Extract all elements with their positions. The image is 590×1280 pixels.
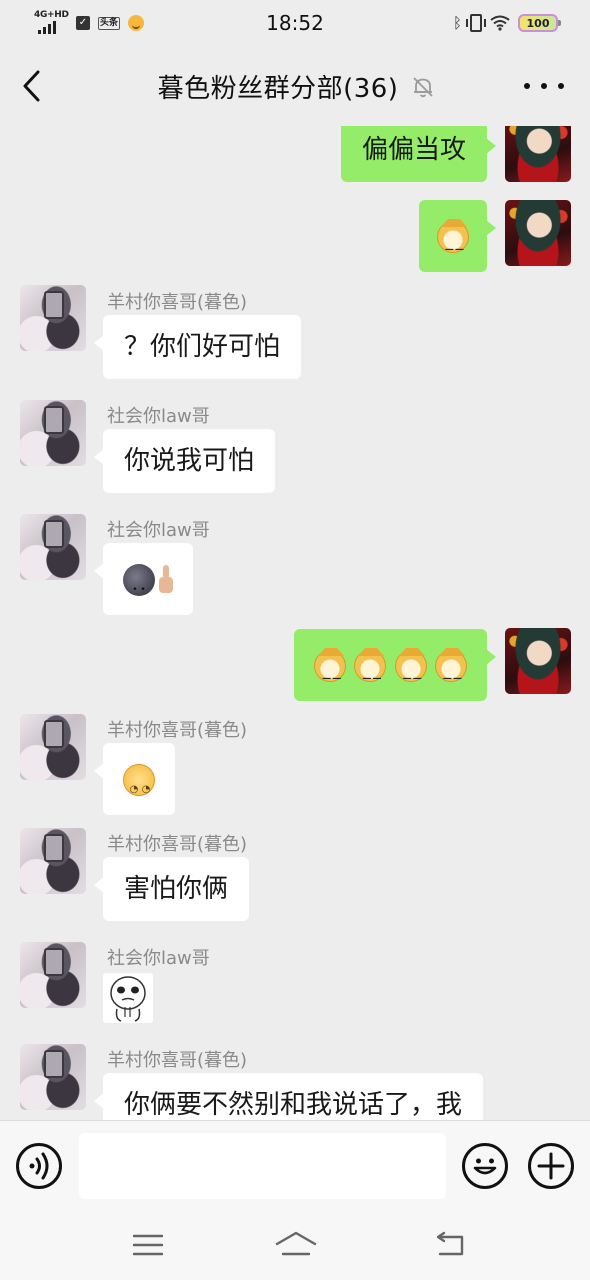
sender-name: 社会你law哥: [107, 520, 210, 541]
voice-icon: [29, 1152, 49, 1180]
voice-button[interactable]: [16, 1143, 62, 1189]
bell-off-icon: [413, 76, 434, 97]
more-dot: [524, 83, 530, 89]
message-bubble-other[interactable]: [94, 543, 193, 615]
battery-level: 100: [526, 16, 550, 30]
more-dot: [541, 83, 547, 89]
message-bubble-me[interactable]: [294, 629, 496, 701]
plus-icon: [537, 1152, 565, 1180]
status-bar: 4G+HD ✓ 头条 18:52 ᛒ 100: [0, 0, 590, 46]
avatar-other[interactable]: [20, 514, 86, 580]
chat-title: 暮色粉丝群分部(36): [157, 74, 399, 104]
avatar-other[interactable]: [20, 714, 86, 780]
avatar-me[interactable]: [505, 126, 571, 182]
message-bubble-other[interactable]: 你俩要不然别和我说话了，我: [93, 1073, 484, 1120]
doge-emoji-icon: [354, 647, 387, 699]
title-group: 暮色粉丝群分部(36): [0, 68, 590, 105]
avatar-other[interactable]: [20, 400, 86, 466]
message-bubble-other[interactable]: [94, 743, 175, 815]
sender-name: 羊村你喜哥(暮色): [107, 834, 248, 855]
message-bubble-other[interactable]: 你说我可怕: [93, 429, 276, 493]
more-dot: [558, 83, 564, 89]
smiley-icon: [473, 1158, 497, 1175]
battery-icon: 100: [518, 14, 561, 32]
new-moon-face-emoji-icon: [123, 563, 155, 610]
doge-emoji-icon: [435, 647, 468, 699]
wifi-icon: [490, 15, 510, 31]
sender-name: 社会你law哥: [107, 948, 210, 969]
message-text: 你说我可怕: [124, 446, 255, 476]
avatar-other[interactable]: [20, 828, 86, 894]
return-button[interactable]: [430, 1228, 470, 1262]
avatar-me[interactable]: [505, 200, 571, 266]
system-navigation-bar: [0, 1210, 590, 1280]
doge-emoji-icon: [394, 647, 428, 699]
message-bubble-me[interactable]: [419, 200, 496, 272]
middle-finger-emoji-icon: [159, 564, 173, 595]
avatar-other[interactable]: [20, 942, 86, 1008]
avatar-other[interactable]: [20, 285, 86, 351]
message-text: 害怕你俩: [124, 874, 229, 904]
menu-icon: [132, 1234, 164, 1256]
back-arrow-icon: [436, 1231, 464, 1256]
sender-name: 羊村你喜哥(暮色): [107, 720, 248, 741]
vibrate-icon: [466, 14, 486, 32]
avatar-me[interactable]: [505, 628, 571, 694]
message-text: ？你们好可怕: [124, 332, 281, 362]
chat-header: 暮色粉丝群分部(36): [0, 46, 590, 126]
sender-name: 羊村你喜哥(暮色): [107, 1050, 248, 1071]
message-bubble-other[interactable]: 害怕你俩: [93, 857, 250, 921]
sender-name: 社会你law哥: [107, 406, 210, 427]
menu-button[interactable]: [128, 1228, 168, 1262]
message-input[interactable]: [79, 1133, 446, 1199]
message-text: 偏偏当攻: [361, 135, 466, 165]
message-list[interactable]: 偏偏当攻 羊村你喜哥(暮色) ？你们好可怕 社会你law哥 你说我可怕 社会你l…: [0, 126, 590, 1120]
pleading-face-emoji-icon: [123, 763, 156, 810]
doge-emoji-icon: [437, 218, 470, 270]
more-functions-button[interactable]: [528, 1143, 574, 1189]
input-bar: [0, 1120, 590, 1210]
doge-emoji-icon: [314, 647, 347, 699]
message-text: 你俩要不然别和我说话了，我: [124, 1090, 463, 1120]
bluetooth-icon: ᛒ: [452, 14, 462, 32]
more-button[interactable]: [524, 70, 564, 102]
sticker-image: [110, 976, 146, 1022]
cartoon-face-sticker[interactable]: [103, 973, 153, 1023]
status-right-icons: ᛒ 100: [452, 12, 561, 34]
message-bubble-other[interactable]: ？你们好可怕: [93, 315, 302, 379]
message-bubble-me[interactable]: 偏偏当攻: [340, 126, 497, 182]
home-button[interactable]: [273, 1228, 319, 1262]
sender-name: 羊村你喜哥(暮色): [107, 292, 248, 313]
emoji-button[interactable]: [462, 1143, 508, 1189]
home-icon: [275, 1231, 317, 1256]
avatar-other[interactable]: [20, 1044, 86, 1110]
